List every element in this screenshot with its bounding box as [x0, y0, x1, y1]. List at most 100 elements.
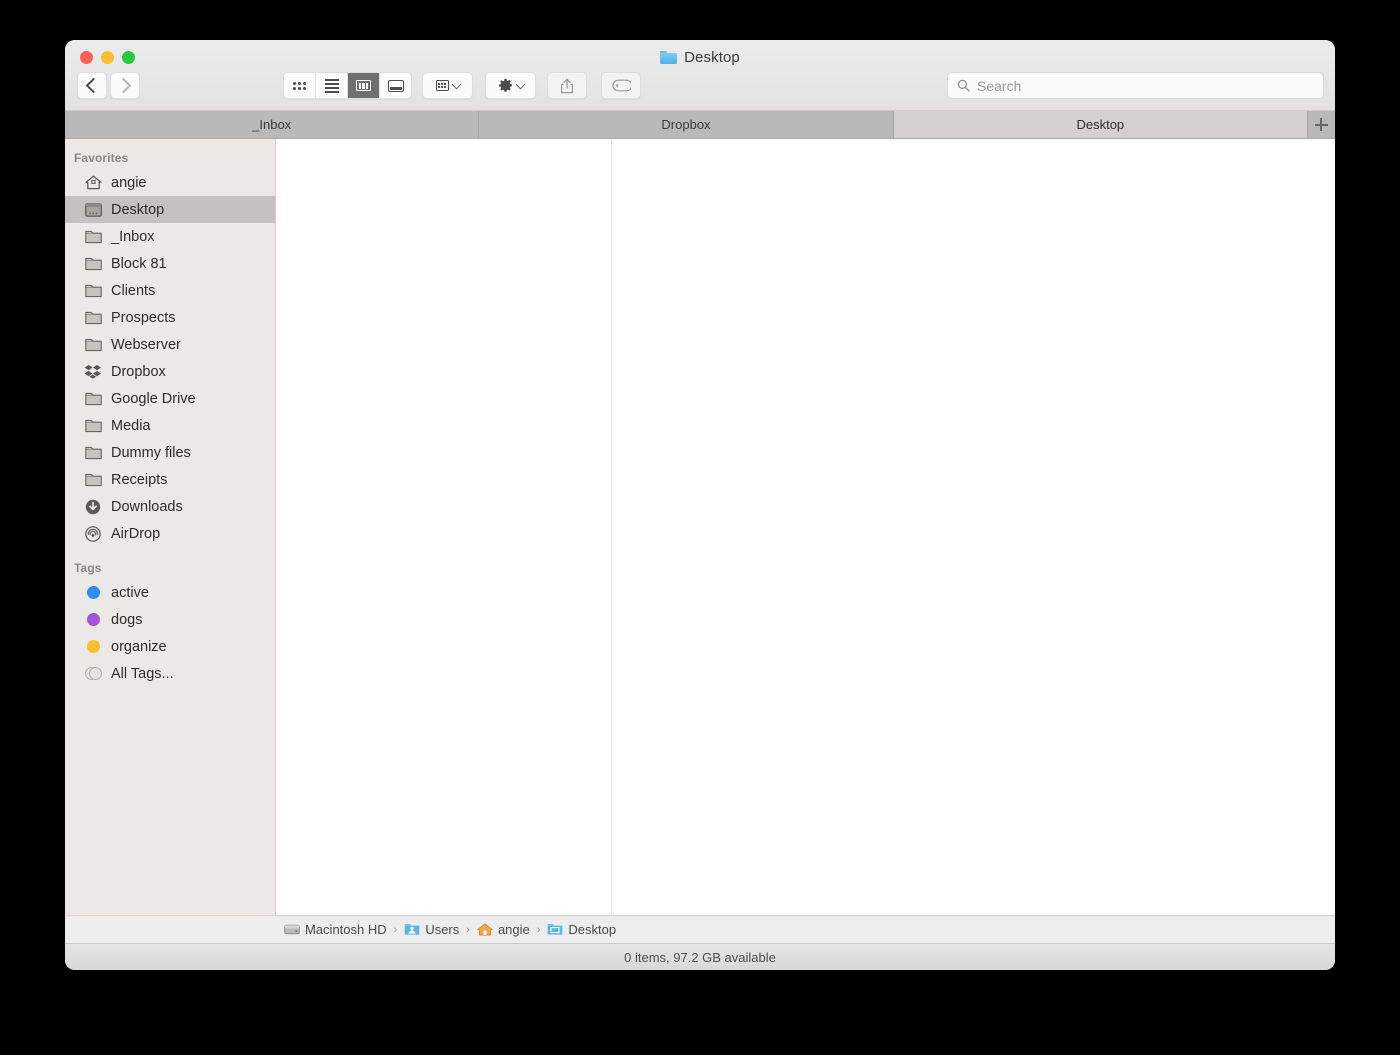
sidebar-item-label: All Tags...: [111, 665, 174, 682]
all-tags-icon: [84, 666, 102, 682]
share-button[interactable]: [547, 72, 587, 99]
sidebar-item-block-81[interactable]: Block 81: [65, 250, 275, 277]
view-mode-gallery-button[interactable]: [380, 73, 411, 98]
chevron-down-icon: [515, 79, 525, 89]
gear-icon: [498, 78, 512, 92]
chevron-down-icon: [451, 79, 461, 89]
users-folder-icon: [404, 923, 420, 937]
breadcrumb-angie[interactable]: angie: [477, 922, 530, 937]
search-input[interactable]: Search: [977, 78, 1021, 94]
view-mode-column-button[interactable]: [348, 73, 380, 98]
tab-inbox[interactable]: _Inbox: [65, 111, 480, 138]
search-field[interactable]: Search: [947, 72, 1324, 99]
sidebar-item-label: Desktop: [111, 201, 165, 218]
desktop-icon: [84, 202, 102, 218]
sidebar-item-label: organize: [111, 638, 167, 655]
window-body: Favorites angie Desktop _Inbox Block 81 …: [65, 139, 1335, 915]
sidebar-item-downloads[interactable]: Downloads: [65, 493, 275, 520]
sidebar-section-tags-header: Tags: [74, 561, 102, 575]
tag-icon: [611, 79, 631, 92]
sidebar-item-label: dogs: [111, 611, 143, 628]
navigation-buttons: [77, 72, 140, 99]
sidebar-item-label: Dropbox: [111, 363, 166, 380]
file-column-1[interactable]: [276, 139, 612, 915]
path-bar: Macintosh HD › Users › angie › Desktop: [65, 915, 1335, 943]
sidebar-tag-active[interactable]: active: [65, 579, 275, 606]
breadcrumb-separator: ›: [466, 923, 470, 936]
sidebar-item-prospects[interactable]: Prospects: [65, 304, 275, 331]
arrange-button[interactable]: [422, 72, 473, 99]
folder-icon: [84, 337, 102, 353]
sidebar-item-label: Webserver: [111, 336, 181, 353]
sidebar: Favorites angie Desktop _Inbox Block 81 …: [65, 139, 276, 915]
tags-button[interactable]: [601, 72, 641, 99]
share-icon: [560, 78, 574, 93]
breadcrumb-label: angie: [497, 922, 530, 937]
forward-button[interactable]: [110, 72, 140, 99]
column-view-area: [276, 139, 1335, 915]
plus-icon: [1314, 118, 1328, 131]
sidebar-all-tags[interactable]: All Tags...: [65, 660, 275, 687]
sidebar-item-google-drive[interactable]: Google Drive: [65, 385, 275, 412]
toolbar: Search: [65, 72, 1335, 104]
folder-icon: [84, 472, 102, 488]
downloads-icon: [84, 499, 102, 515]
sidebar-tag-organize[interactable]: organize: [65, 633, 275, 660]
back-button[interactable]: [77, 72, 107, 99]
maximize-button[interactable]: [122, 51, 135, 64]
sidebar-item-label: Prospects: [111, 309, 176, 326]
close-button[interactable]: [80, 51, 93, 64]
file-column-2[interactable]: [612, 139, 1335, 915]
new-tab-button[interactable]: [1307, 111, 1335, 138]
sidebar-item-dummy-files[interactable]: Dummy files: [65, 439, 275, 466]
folder-icon: [660, 51, 678, 64]
window-title-text: Desktop: [684, 49, 740, 66]
sidebar-item-label: Block 81: [111, 255, 167, 272]
sidebar-item-label: Receipts: [111, 471, 168, 488]
sidebar-item-inbox[interactable]: _Inbox: [65, 223, 275, 250]
breadcrumb-users[interactable]: Users: [404, 922, 459, 937]
sidebar-section-favorites-header: Favorites: [74, 151, 129, 165]
arrange-icon: [435, 80, 449, 91]
gallery-view-icon: [387, 79, 404, 92]
folder-icon: [84, 256, 102, 272]
breadcrumb-separator: ›: [536, 923, 541, 936]
tag-dot-icon: [84, 612, 102, 628]
sidebar-item-webserver[interactable]: Webserver: [65, 331, 275, 358]
breadcrumb-desktop[interactable]: Desktop: [547, 922, 616, 937]
home-icon: [84, 175, 102, 191]
sidebar-item-media[interactable]: Media: [65, 412, 275, 439]
sidebar-item-label: Dummy files: [111, 444, 191, 461]
sidebar-item-label: Clients: [111, 282, 156, 299]
tab-desktop[interactable]: Desktop: [893, 111, 1308, 138]
breadcrumb-label: Users: [425, 922, 460, 937]
sidebar-item-label: _Inbox: [111, 228, 155, 245]
airdrop-icon: [84, 525, 102, 542]
minimize-button[interactable]: [101, 51, 114, 64]
status-bar: 0 items, 97.2 GB available: [65, 943, 1335, 970]
sidebar-item-angie[interactable]: angie: [65, 169, 275, 196]
breadcrumb-label: Macintosh HD: [305, 922, 387, 937]
sidebar-item-clients[interactable]: Clients: [65, 277, 275, 304]
action-menu-button[interactable]: [485, 72, 536, 99]
sidebar-item-label: active: [111, 584, 149, 601]
breadcrumb-label: Desktop: [568, 922, 617, 937]
tab-dropbox[interactable]: Dropbox: [479, 111, 894, 138]
folder-icon: [84, 310, 102, 326]
sidebar-item-label: AirDrop: [111, 525, 161, 542]
sidebar-item-desktop[interactable]: Desktop: [65, 196, 275, 223]
breadcrumb-macintosh-hd[interactable]: Macintosh HD: [284, 922, 387, 937]
folder-icon: [84, 391, 102, 407]
view-mode-list-button[interactable]: [316, 73, 348, 98]
folder-icon: [84, 445, 102, 461]
sidebar-tag-dogs[interactable]: dogs: [65, 606, 275, 633]
sidebar-item-airdrop[interactable]: AirDrop: [65, 520, 275, 547]
sidebar-item-receipts[interactable]: Receipts: [65, 466, 275, 493]
folder-icon: [84, 229, 102, 245]
chevron-right-icon: [115, 77, 132, 94]
desktop-folder-icon: [547, 923, 563, 937]
list-view-icon: [324, 78, 339, 93]
sidebar-item-dropbox[interactable]: Dropbox: [65, 358, 275, 385]
folder-icon: [84, 418, 102, 434]
view-mode-icon-button[interactable]: [284, 73, 316, 98]
